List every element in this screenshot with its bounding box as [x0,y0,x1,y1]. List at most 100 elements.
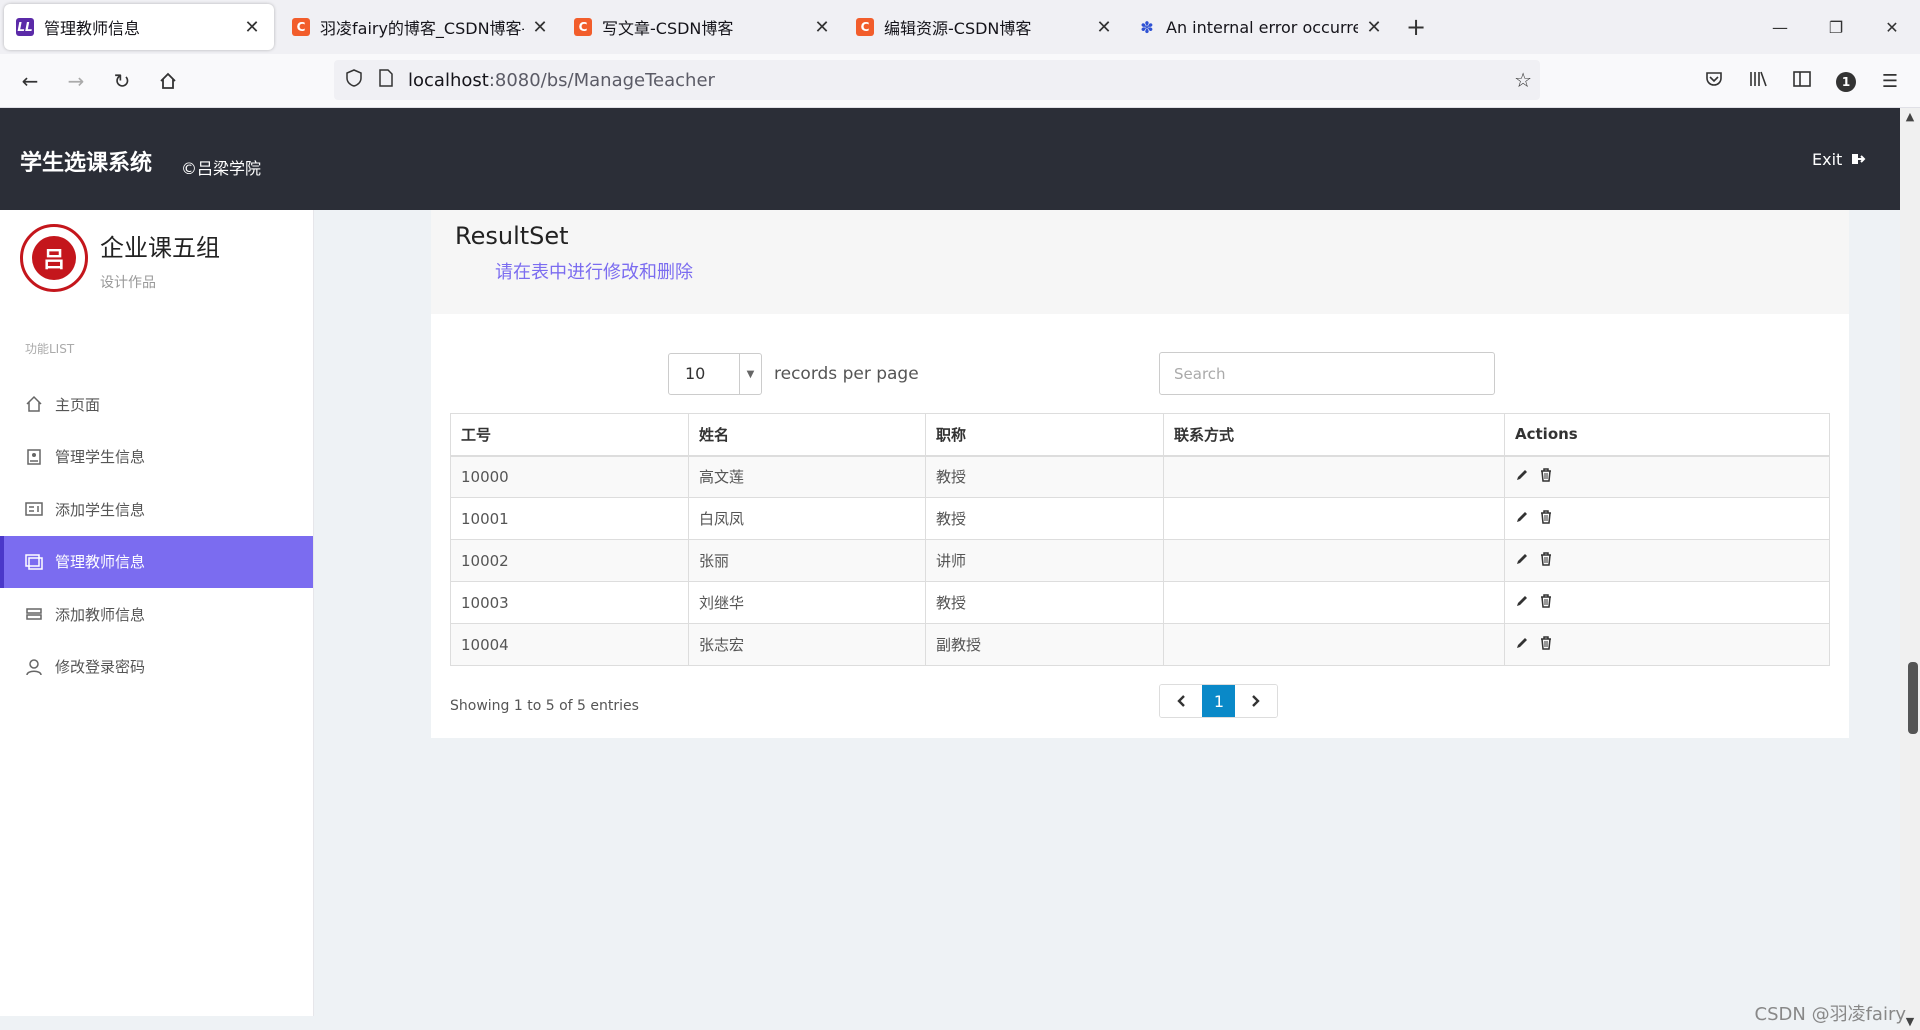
sidebar-item-label: 修改登录密码 [55,658,146,677]
edit-pencil-icon[interactable] [1515,552,1529,566]
tab-edit-resource[interactable]: C 编辑资源-CSDN博客 ✕ [844,0,1126,54]
table-row: 10002 张丽 讲师 [450,539,1830,582]
home-icon [25,395,43,413]
scroll-up-icon[interactable]: ▲ [1900,110,1920,123]
sidebar-item-manage-students[interactable]: 管理学生信息 [0,431,313,483]
bookmark-star-icon[interactable]: ☆ [1514,68,1532,92]
sidebar-item-manage-teachers[interactable]: 管理教师信息 [0,535,313,588]
tab-csdn-blog[interactable]: C 羽凌fairy的博客_CSDN博客-计 ✕ [280,0,562,54]
cell-actions [1504,623,1830,666]
column-header-name[interactable]: 姓名 [688,413,926,457]
delete-trash-icon[interactable] [1539,551,1553,566]
page-scrollbar[interactable]: ▲ ▼ [1900,108,1920,1030]
previous-page-button[interactable] [1160,685,1202,717]
close-icon[interactable]: ✕ [242,17,262,38]
delete-trash-icon[interactable] [1539,593,1553,608]
address-bar[interactable]: localhost:8080/bs/ManageTeacher ☆ [334,60,1540,100]
delete-trash-icon[interactable] [1539,468,1553,482]
close-icon[interactable]: ✕ [530,17,550,38]
next-page-button[interactable] [1235,685,1277,717]
forward-icon[interactable]: → [54,61,98,101]
add-card-icon [25,500,43,518]
teacher-table: 工号 姓名 职称 联系方式 Actions 10000 高文莲 教授 10001 [450,413,1830,666]
cell-contact [1163,539,1505,582]
cell-id: 10002 [450,539,689,582]
close-icon[interactable]: ✕ [1364,17,1384,38]
edit-pencil-icon[interactable] [1515,468,1529,482]
restore-icon[interactable]: ❐ [1808,0,1864,54]
app-title: 学生选课系统 [20,151,153,176]
table-row: 10001 白凤凤 教授 [450,497,1830,540]
shield-icon[interactable] [338,68,370,92]
column-header-id[interactable]: 工号 [450,413,689,457]
cell-id: 10000 [450,455,689,498]
sidebar-item-add-student[interactable]: 添加学生信息 [0,483,313,535]
window-close-icon[interactable]: ✕ [1864,0,1920,54]
url-host: localhost [408,69,489,91]
cell-contact [1163,497,1505,540]
chevron-right-icon [1252,695,1260,707]
tab-internal-error[interactable]: ✽ An internal error occurred du ✕ [1126,0,1396,54]
sidebar-item-change-password[interactable]: 修改登录密码 [0,641,313,693]
cell-title: 教授 [925,455,1164,498]
library-icon[interactable] [1736,70,1780,93]
edit-pencil-icon[interactable] [1515,594,1529,608]
close-icon[interactable]: ✕ [812,17,832,38]
url-path: :8080/bs/ManageTeacher [488,69,715,91]
user-icon [25,658,43,676]
scroll-thumb[interactable] [1908,662,1918,734]
sidebar-item-home[interactable]: 主页面 [0,378,313,430]
search-input[interactable] [1159,352,1495,395]
cell-name: 张志宏 [688,623,926,666]
table-row: 10000 高文莲 教授 [450,455,1830,498]
page-subtitle: 请在表中进行修改和删除 [495,262,693,283]
column-header-title[interactable]: 职称 [925,413,1164,457]
pocket-icon[interactable] [1692,70,1736,93]
org-name: 企业课五组 [100,234,220,262]
edit-pencil-icon[interactable] [1515,510,1529,524]
url-text: localhost:8080/bs/ManageTeacher [408,70,715,91]
home-icon[interactable] [146,61,190,101]
cell-title: 教授 [925,497,1164,540]
tab-title: 写文章-CSDN博客 [602,19,734,38]
csdn-favicon-icon: C [856,18,874,36]
sidebar: 吕 企业课五组 设计作品 功能LIST 主页面 管理学生信息 添加学生信息 管理… [0,210,314,1016]
cell-title: 讲师 [925,539,1164,582]
tab-manage-teacher[interactable]: LL 管理教师信息 ✕ [4,4,274,50]
university-logo: 吕 [20,224,88,292]
sidebar-item-add-teacher[interactable]: 添加教师信息 [0,588,313,640]
exit-button[interactable]: Exit [1812,150,1866,169]
sidebar-item-label: 添加教师信息 [55,605,146,624]
new-tab-icon[interactable]: + [1396,13,1436,41]
delete-trash-icon[interactable] [1539,509,1553,524]
account-icon[interactable]: 1 [1824,70,1868,92]
tab-title: 管理教师信息 [44,19,141,38]
sidebar-menu: 主页面 管理学生信息 添加学生信息 管理教师信息 添加教师信息 修改登录密码 [0,378,313,694]
logo-mark: 吕 [32,236,76,280]
page-header: ResultSet 请在表中进行修改和删除 [431,210,1849,314]
cell-id: 10003 [450,581,689,624]
sidebar-toggle-icon[interactable] [1780,70,1824,93]
back-icon[interactable]: ← [8,61,52,101]
cell-id: 10004 [450,623,689,666]
close-icon[interactable]: ✕ [1094,17,1114,38]
cell-contact [1163,581,1505,624]
table-row: 10003 刘继华 教授 [450,581,1830,624]
chevron-left-icon [1177,695,1185,707]
reload-icon[interactable]: ↻ [100,61,144,101]
cell-name: 白凤凤 [688,497,926,540]
page-length-select[interactable]: 10 ▼ [668,353,762,395]
sidebar-item-label: 管理学生信息 [55,448,146,467]
menu-icon[interactable]: ☰ [1868,71,1912,92]
cell-actions [1504,497,1830,540]
tab-write-article[interactable]: C 写文章-CSDN博客 ✕ [562,0,844,54]
delete-trash-icon[interactable] [1539,635,1553,650]
teacher-icon [25,553,43,571]
edit-pencil-icon[interactable] [1515,636,1529,650]
page-button-current[interactable]: 1 [1202,685,1235,717]
pagination: 1 [1159,684,1278,718]
minimize-icon[interactable]: — [1752,0,1808,54]
column-header-contact[interactable]: 联系方式 [1163,413,1505,457]
table-row: 10004 张志宏 副教授 [450,623,1830,666]
stack-icon [25,605,43,623]
